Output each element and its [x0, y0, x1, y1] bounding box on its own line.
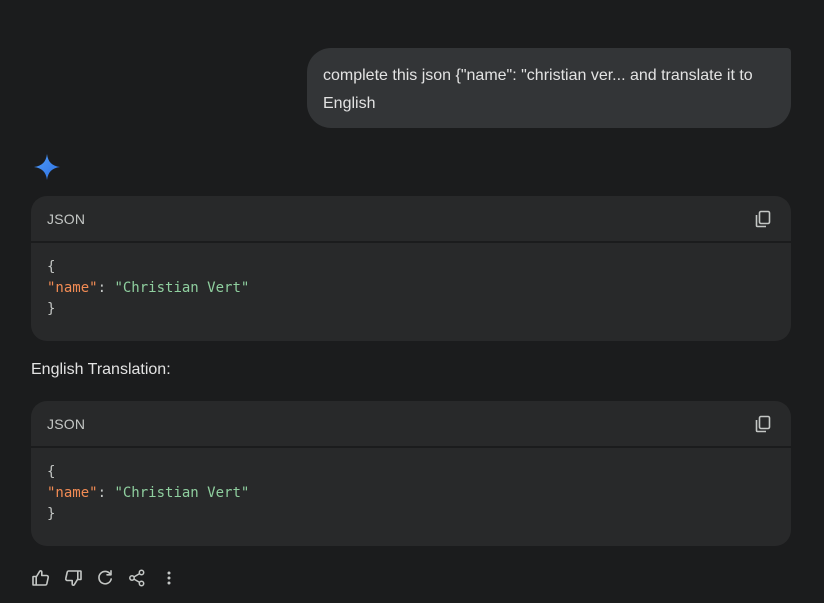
thumbs-down-icon[interactable]	[63, 566, 83, 590]
code-block-body: { "name": "Christian Vert" }	[31, 243, 791, 341]
copy-icon[interactable]	[751, 412, 775, 436]
more-vert-icon[interactable]	[159, 566, 179, 590]
chat-page: complete this json {"name": "christian v…	[0, 0, 824, 603]
regenerate-icon[interactable]	[95, 566, 115, 590]
code-line-close: }	[47, 301, 56, 317]
code-block: JSON { "name": "Christian Vert" }	[31, 196, 791, 341]
share-icon[interactable]	[127, 566, 147, 590]
code-line-open: {	[47, 259, 56, 275]
code-line-open: {	[47, 464, 56, 480]
thumbs-up-icon[interactable]	[31, 566, 51, 590]
json-separator: :	[97, 485, 115, 501]
code-block-header: JSON	[31, 196, 791, 243]
user-message-text: complete this json {"name": "christian v…	[323, 67, 753, 112]
code-block-header: JSON	[31, 401, 791, 448]
json-key: "name"	[47, 485, 98, 501]
gemini-sparkle-icon	[33, 153, 61, 181]
json-string-value: "Christian Vert"	[114, 485, 250, 501]
json-string-value: "Christian Vert"	[114, 280, 250, 296]
code-line-close: }	[47, 506, 56, 522]
response-action-bar	[31, 566, 179, 590]
json-separator: :	[97, 280, 115, 296]
translation-heading: English Translation:	[31, 361, 171, 378]
user-message-bubble: complete this json {"name": "christian v…	[307, 48, 791, 128]
json-key: "name"	[47, 280, 98, 296]
code-line-name: "name": "Christian Vert"	[47, 278, 775, 299]
copy-icon[interactable]	[751, 207, 775, 231]
code-language-label: JSON	[47, 210, 86, 227]
code-line-name: "name": "Christian Vert"	[47, 483, 775, 504]
code-language-label: JSON	[47, 415, 86, 432]
code-block: JSON { "name": "Christian Vert" }	[31, 401, 791, 546]
code-block-body: { "name": "Christian Vert" }	[31, 448, 791, 546]
